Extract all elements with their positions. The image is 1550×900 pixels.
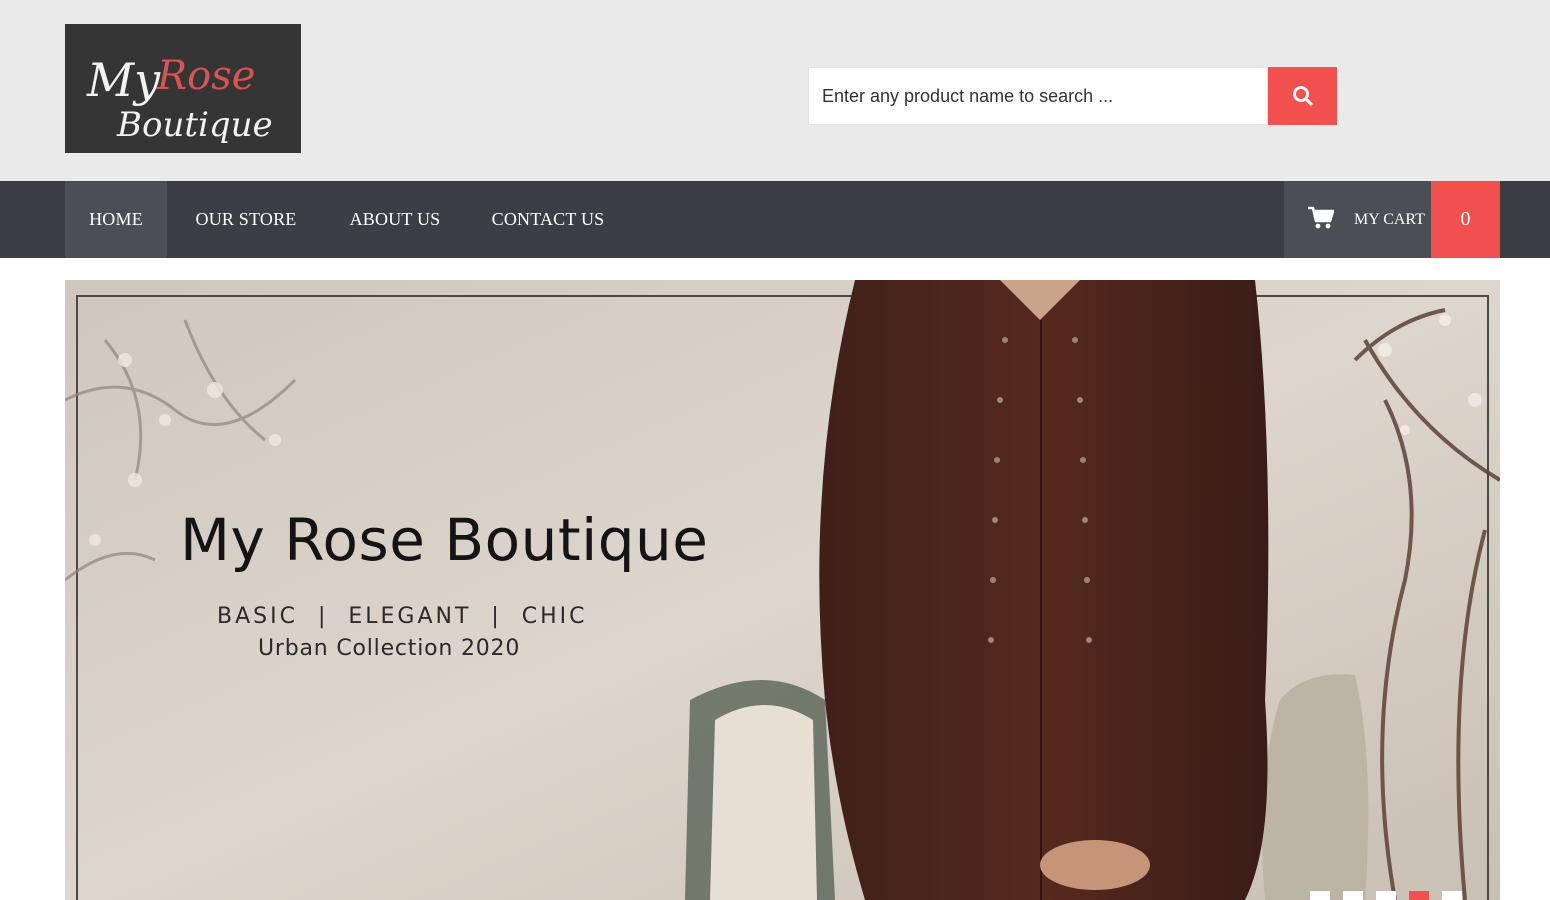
hero-collection: Urban Collection 2020 xyxy=(258,636,521,661)
hero-slider: My Rose Boutique BASIC | ELEGANT | CHIC … xyxy=(65,280,1500,900)
slider-dot-1[interactable] xyxy=(1310,891,1330,900)
cart-count-badge[interactable]: 0 xyxy=(1431,181,1500,258)
slider-dot-2[interactable] xyxy=(1343,891,1363,900)
logo-image: My Rose Boutique xyxy=(65,24,301,153)
cart-label: MY CART xyxy=(1354,210,1425,228)
site-logo[interactable]: My Rose Boutique xyxy=(65,24,301,153)
slider-dot-5[interactable] xyxy=(1442,891,1462,900)
hero-background-image xyxy=(65,280,1500,900)
hero-tagline: BASIC | ELEGANT | CHIC xyxy=(217,604,588,629)
cart-button[interactable]: MY CART xyxy=(1284,181,1431,258)
nav-item-our-store[interactable]: OUR STORE xyxy=(167,181,325,258)
slider-dot-3[interactable] xyxy=(1376,891,1396,900)
hero-title: My Rose Boutique xyxy=(180,506,709,574)
main-nav: HOME OUR STORE ABOUT US CONTACT US MY CA… xyxy=(0,181,1550,258)
shopping-cart-icon xyxy=(1308,206,1334,229)
nav-item-about-us[interactable]: ABOUT US xyxy=(325,181,465,258)
search-button[interactable] xyxy=(1268,67,1337,125)
search-icon xyxy=(1292,86,1313,106)
nav-item-home[interactable]: HOME xyxy=(65,181,167,258)
search-input[interactable] xyxy=(808,67,1268,125)
nav-item-contact-us[interactable]: CONTACT US xyxy=(465,181,631,258)
logo-text-rose: Rose xyxy=(156,53,255,99)
logo-text-my: My xyxy=(86,53,161,107)
search-bar xyxy=(808,67,1337,125)
header-bar: My Rose Boutique xyxy=(0,0,1550,181)
logo-text-boutique: Boutique xyxy=(116,105,273,145)
slider-dot-4[interactable] xyxy=(1409,891,1429,900)
